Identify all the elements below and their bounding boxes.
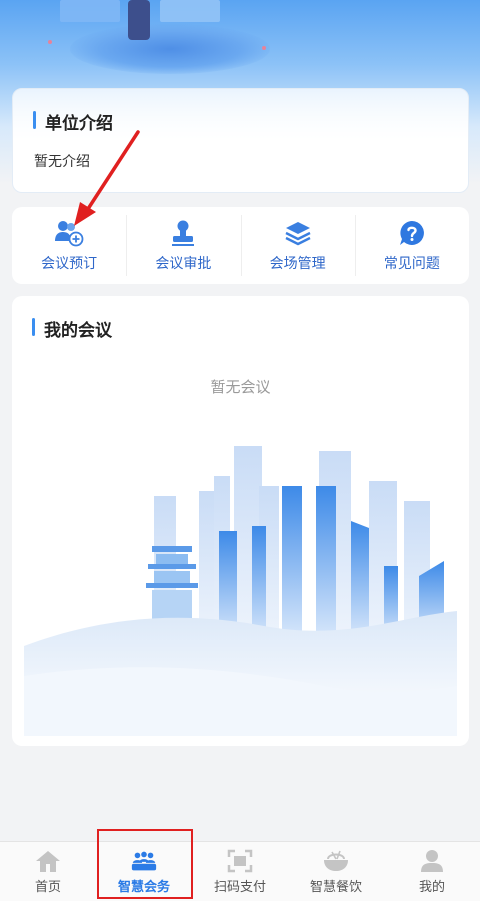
nav-label: 智慧餐饮 xyxy=(309,880,362,895)
unit-intro-card: 单位介绍 暂无介绍 xyxy=(12,88,469,193)
nav-smart-conference[interactable]: 智慧会务 xyxy=(96,842,192,901)
bottom-nav: 首页 智慧会务 扫码支付 智慧餐饮 我的 xyxy=(0,841,480,901)
nav-label: 首页 xyxy=(34,880,61,895)
unit-intro-text: 暂无介绍 xyxy=(34,154,90,170)
scan-icon xyxy=(226,848,254,874)
dining-icon xyxy=(322,848,350,874)
nav-mine[interactable]: 我的 xyxy=(384,842,480,901)
unit-intro-title: 单位介绍 xyxy=(33,109,113,134)
nav-smart-dining[interactable]: 智慧餐饮 xyxy=(288,842,384,901)
nav-label: 智慧会务 xyxy=(117,880,170,895)
function-label: 会议预订 xyxy=(41,255,98,272)
question-icon xyxy=(397,219,427,247)
meeting-booking-icon xyxy=(54,219,84,247)
faq-button[interactable]: 常见问题 xyxy=(354,207,469,284)
function-grid: 会议预订 会议审批 会场管理 常见问题 xyxy=(12,207,469,284)
banner-platform-illustration xyxy=(70,24,270,74)
empty-meetings-text: 暂无会议 xyxy=(210,378,271,396)
banner-person-illustration xyxy=(128,0,150,40)
layers-icon xyxy=(283,219,313,247)
banner-dot xyxy=(262,46,266,50)
approval-stamp-icon xyxy=(168,219,198,247)
city-skyline-illustration xyxy=(24,446,457,736)
user-icon xyxy=(418,848,446,874)
nav-home[interactable]: 首页 xyxy=(0,842,96,901)
nav-label: 扫码支付 xyxy=(213,880,266,895)
my-meetings-card: 我的会议 暂无会议 xyxy=(12,296,469,746)
banner-screen-illustration xyxy=(160,0,220,22)
my-meetings-title: 我的会议 xyxy=(32,316,112,341)
meeting-booking-button[interactable]: 会议预订 xyxy=(12,207,126,284)
function-label: 常见问题 xyxy=(383,255,440,272)
nav-scan-pay[interactable]: 扫码支付 xyxy=(192,842,288,901)
banner-dot xyxy=(48,40,52,44)
banner-screen-illustration xyxy=(60,0,120,22)
function-label: 会场管理 xyxy=(269,255,326,272)
nav-label: 我的 xyxy=(418,880,445,895)
home-icon xyxy=(34,848,62,874)
conference-icon xyxy=(130,848,158,874)
venue-management-button[interactable]: 会场管理 xyxy=(240,207,355,284)
meeting-approval-button[interactable]: 会议审批 xyxy=(126,207,240,284)
function-label: 会议审批 xyxy=(155,255,212,272)
